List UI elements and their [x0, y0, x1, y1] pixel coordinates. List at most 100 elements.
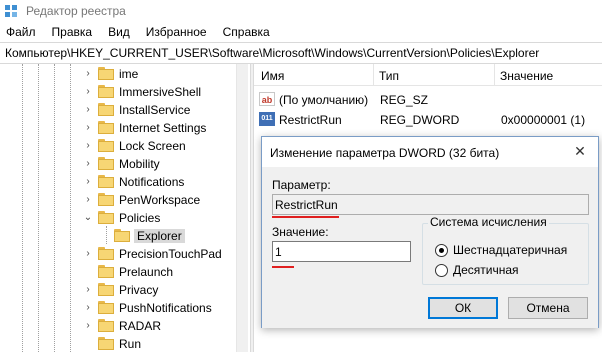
radio-decimal-label[interactable]: Десятичная: [453, 263, 519, 277]
tree-item-label: Internet Settings: [119, 121, 207, 135]
tree-item-label: PrecisionTouchPad: [119, 247, 222, 261]
collapse-icon[interactable]: ⌄: [82, 212, 94, 224]
tree-item[interactable]: › Internet Settings: [0, 119, 236, 137]
expand-icon[interactable]: ›: [82, 158, 94, 170]
tree-item[interactable]: › ImmersiveShell: [0, 83, 236, 101]
tree-item[interactable]: › Lock Screen: [0, 137, 236, 155]
folder-icon: [98, 193, 114, 206]
highlight-underline: [272, 266, 294, 268]
tree-item-label: ImmersiveShell: [119, 85, 202, 99]
radio-decimal[interactable]: [435, 264, 448, 277]
folder-icon: [98, 283, 114, 296]
column-name[interactable]: Имя: [261, 69, 284, 83]
menu-bar: Файл Правка Вид Избранное Справка: [0, 22, 602, 42]
tree-item-label: InstallService: [119, 103, 191, 117]
cancel-button[interactable]: Отмена: [508, 297, 588, 319]
expand-icon[interactable]: ›: [82, 68, 94, 80]
folder-icon: [98, 319, 114, 332]
menu-view[interactable]: Вид: [108, 25, 130, 39]
string-value-icon: ab: [259, 92, 275, 106]
folder-icon: [98, 265, 114, 278]
title-bar: Редактор реестра: [0, 0, 602, 22]
tree-item-label: RADAR: [119, 319, 162, 333]
tree-item-label: Policies: [119, 211, 161, 225]
expand-icon[interactable]: ›: [82, 176, 94, 188]
tree-item[interactable]: › PrecisionTouchPad: [0, 245, 236, 263]
folder-icon: [98, 247, 114, 260]
edit-dword-dialog: Изменение параметра DWORD (32 бита) ✕ Па…: [261, 136, 599, 328]
expand-icon[interactable]: ›: [82, 284, 94, 296]
menu-file[interactable]: Файл: [6, 25, 36, 39]
value-name: RestrictRun: [279, 113, 342, 127]
radio-hex-label[interactable]: Шестнадцатеричная: [453, 243, 567, 257]
expand-icon[interactable]: ›: [82, 194, 94, 206]
radix-group-title: Система исчисления: [428, 215, 549, 229]
menu-edit[interactable]: Правка: [52, 25, 93, 39]
tree-item[interactable]: Run: [0, 335, 236, 352]
column-data[interactable]: Значение: [500, 69, 553, 83]
binary-value-icon: 011: [259, 112, 275, 126]
expand-icon[interactable]: ›: [82, 86, 94, 98]
tree-item-label: Lock Screen: [119, 139, 186, 153]
value-type: REG_DWORD: [380, 113, 460, 127]
tree-item-label: PenWorkspace: [119, 193, 201, 207]
highlight-underline: [272, 216, 339, 218]
expand-icon[interactable]: ›: [82, 122, 94, 134]
expand-icon[interactable]: ›: [82, 104, 94, 116]
tree-pane[interactable]: › ime › ImmersiveShell › InstallService …: [0, 64, 250, 352]
tree-scrollbar[interactable]: [236, 64, 248, 352]
tree-item-label: Explorer: [134, 229, 185, 243]
folder-icon: [114, 229, 130, 242]
value-type: REG_SZ: [380, 93, 429, 107]
column-type[interactable]: Тип: [379, 69, 399, 83]
tree-item-label: Run: [119, 337, 142, 351]
folder-icon: [98, 337, 114, 350]
folder-icon: [98, 139, 114, 152]
tree-item-selected[interactable]: Explorer: [0, 227, 236, 245]
ok-button[interactable]: ОК: [428, 297, 498, 319]
tree-item-label: Privacy: [119, 283, 159, 297]
tree-item[interactable]: › ime: [0, 65, 236, 83]
expand-icon[interactable]: ›: [82, 320, 94, 332]
tree-item[interactable]: › Notifications: [0, 173, 236, 191]
value-label: Значение:: [272, 225, 329, 239]
radio-hex[interactable]: [435, 244, 448, 257]
menu-help[interactable]: Справка: [223, 25, 270, 39]
list-header: Имя Тип Значение: [254, 64, 602, 86]
tree-item[interactable]: › RADAR: [0, 317, 236, 335]
folder-icon: [98, 67, 114, 80]
tree-item[interactable]: › PenWorkspace: [0, 191, 236, 209]
tree-item[interactable]: › InstallService: [0, 101, 236, 119]
dialog-title: Изменение параметра DWORD (32 бита): [270, 146, 500, 160]
close-icon[interactable]: ✕: [572, 143, 588, 160]
tree-item[interactable]: Prelaunch: [0, 263, 236, 281]
expand-icon[interactable]: ›: [82, 140, 94, 152]
column-separator[interactable]: [373, 64, 374, 86]
expand-icon[interactable]: ›: [82, 302, 94, 314]
folder-icon: [98, 121, 114, 134]
list-item[interactable]: 011 RestrictRun REG_DWORD 0x00000001 (1): [254, 110, 602, 130]
tree-item-label: ime: [119, 67, 139, 81]
tree-item[interactable]: › Mobility: [0, 155, 236, 173]
tree-item[interactable]: ⌄ Policies: [0, 209, 236, 227]
folder-icon: [98, 157, 114, 170]
tree-item-label: Notifications: [119, 175, 185, 189]
column-separator[interactable]: [494, 64, 495, 86]
address-path[interactable]: Компьютер\HKEY_CURRENT_USER\Software\Mic…: [5, 46, 539, 60]
tree-item[interactable]: › Privacy: [0, 281, 236, 299]
window-title: Редактор реестра: [26, 4, 126, 18]
dialog-body: Параметр: RestrictRun Значение: 1 Систем…: [262, 167, 598, 328]
expand-icon[interactable]: ›: [82, 248, 94, 260]
address-bar[interactable]: Компьютер\HKEY_CURRENT_USER\Software\Mic…: [0, 42, 602, 64]
tree-item-label: Prelaunch: [119, 265, 174, 279]
value-data-field[interactable]: 1: [272, 241, 411, 262]
tree-item[interactable]: › PushNotifications: [0, 299, 236, 317]
menu-favorites[interactable]: Избранное: [146, 25, 207, 39]
param-label: Параметр:: [272, 178, 331, 192]
param-name-field: RestrictRun: [272, 194, 589, 215]
folder-icon: [98, 211, 114, 224]
list-item[interactable]: ab (По умолчанию) REG_SZ: [254, 90, 602, 110]
tree-item-label: Mobility: [119, 157, 160, 171]
value-name: (По умолчанию): [279, 93, 369, 107]
registry-editor-icon: [5, 5, 17, 17]
